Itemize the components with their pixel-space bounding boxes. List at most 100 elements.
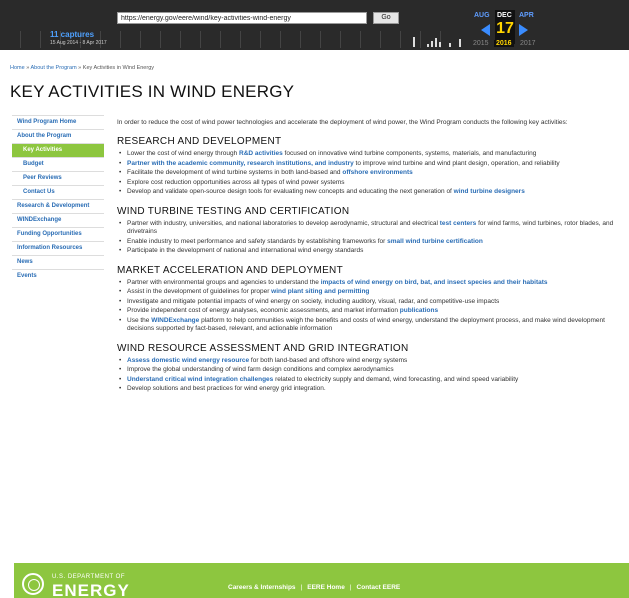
- doe-logo-text[interactable]: ENERGY: [52, 581, 130, 598]
- content-section: RESEARCH AND DEVELOPMENT Lower the cost o…: [117, 136, 627, 197]
- activity-item: Assess domestic wind energy resource for…: [117, 357, 627, 366]
- doe-logo-small-text: U.S. DEPARTMENT OF: [52, 574, 126, 580]
- activity-text: focused on innovative wind turbine compo…: [282, 150, 537, 157]
- activity-link[interactable]: WINDExchange: [151, 317, 199, 324]
- activity-item: Develop and validate open-source design …: [117, 188, 627, 197]
- activity-text: Enable industry to meet performance and …: [127, 237, 388, 245]
- month-prev-label[interactable]: AUG: [474, 12, 490, 19]
- breadcrumb: Home » About the Program » Key Activitie…: [10, 65, 154, 71]
- sidebar-item[interactable]: Peer Reviews: [12, 171, 104, 185]
- captures-link[interactable]: 11 captures: [50, 30, 94, 39]
- activity-item: Explore cost reduction opportunities acr…: [117, 179, 627, 188]
- activity-list: Partner with industry, universities, and…: [117, 220, 627, 256]
- page-title: KEY ACTIVITIES IN WIND ENERGY: [10, 82, 295, 101]
- doe-seal-icon[interactable]: [22, 573, 44, 595]
- content-section: WIND RESOURCE ASSESSMENT AND GRID INTEGR…: [117, 343, 627, 394]
- activity-link[interactable]: R&D activities: [239, 150, 283, 157]
- breadcrumb-home-link[interactable]: Home: [10, 65, 25, 71]
- sidebar-item[interactable]: Information Resources: [12, 241, 104, 255]
- activity-list: Partner with environmental groups and ag…: [117, 279, 627, 334]
- section-heading: MARKET ACCELERATION AND DEPLOYMENT: [117, 264, 343, 276]
- activity-text: Facilitate the development of wind turbi…: [127, 169, 343, 176]
- activity-item: Provide independent cost of energy analy…: [117, 307, 627, 316]
- activity-item: Partner with industry, universities, and…: [117, 220, 627, 237]
- intro-paragraph: In order to reduce the cost of wind powe…: [117, 119, 568, 126]
- footer-separator: |: [349, 584, 352, 591]
- section-heading: WIND RESOURCE ASSESSMENT AND GRID INTEGR…: [117, 342, 409, 354]
- year-current-label: 2016: [494, 40, 514, 47]
- wayback-toolbar: Go 11 captures 15 Aug 2014 - 8 Apr 2017 …: [0, 0, 629, 50]
- sidebar-item[interactable]: Budget: [12, 157, 104, 171]
- capture-histogram[interactable]: [413, 35, 461, 47]
- wayback-go-button[interactable]: Go: [373, 12, 399, 24]
- month-current-label: DEC: [497, 12, 512, 19]
- activity-item: Partner with environmental groups and ag…: [117, 279, 627, 288]
- year-prev-label[interactable]: 2015: [473, 40, 489, 47]
- activity-list: Lower the cost of wind energy through R&…: [117, 150, 627, 197]
- breadcrumb-current: Key Activities in Wind Energy: [82, 65, 155, 71]
- activity-text: Partner with industry, universities, and…: [127, 219, 440, 227]
- month-next-label[interactable]: APR: [519, 12, 534, 19]
- activity-link[interactable]: offshore environments: [342, 169, 412, 176]
- footer-separator: |: [300, 584, 303, 591]
- footer-links: Careers & Internships | EERE Home | Contact …: [228, 584, 400, 591]
- activity-link[interactable]: small wind turbine certification: [387, 238, 483, 245]
- activity-item: Develop solutions and best practices for…: [117, 385, 627, 394]
- sidebar-nav: Wind Program Home About the Program Key Ac…: [12, 115, 104, 283]
- section-heading: RESEARCH AND DEVELOPMENT: [117, 136, 282, 147]
- activity-link[interactable]: impacts of wind energy on bird, bat, and…: [321, 279, 548, 286]
- year-next-label[interactable]: 2017: [520, 40, 536, 47]
- activity-text: Investigate and mitigate potential impac…: [127, 297, 500, 305]
- activity-item: Lower the cost of wind energy through R&…: [117, 150, 627, 159]
- activity-link[interactable]: test centers: [440, 220, 477, 227]
- sidebar-item[interactable]: Funding Opportunities: [12, 227, 104, 241]
- activity-text: Assist in the development of guidelines …: [127, 288, 272, 295]
- next-capture-arrow-icon[interactable]: [519, 24, 528, 36]
- activity-link[interactable]: wind turbine designers: [454, 188, 525, 195]
- activity-item: Understand critical wind integration cha…: [117, 376, 627, 385]
- activity-text: Provide independent cost of energy analy…: [127, 307, 400, 314]
- activity-text: platform to help communities weigh the b…: [127, 316, 605, 333]
- activity-text: for both land-based and offshore wind en…: [249, 356, 408, 364]
- footer-link-contact[interactable]: Contact EERE: [357, 584, 401, 591]
- activity-text: Explore cost reduction opportunities acr…: [127, 178, 345, 186]
- content-section: MARKET ACCELERATION AND DEPLOYMENT Partne…: [117, 265, 627, 334]
- sections-container: RESEARCH AND DEVELOPMENT Lower the cost o…: [117, 136, 627, 394]
- sidebar-item[interactable]: Wind Program Home: [12, 115, 104, 129]
- content-section: WIND TURBINE TESTING AND CERTIFICATION Pa…: [117, 206, 627, 256]
- activity-item: Improve the global understanding of wind…: [117, 366, 627, 375]
- sidebar-item[interactable]: Contact Us: [12, 185, 104, 199]
- sidebar-item[interactable]: About the Program: [12, 129, 104, 143]
- section-heading: WIND TURBINE TESTING AND CERTIFICATION: [117, 205, 350, 217]
- sidebar-item[interactable]: Key Activities: [12, 143, 104, 157]
- breadcrumb-about-link[interactable]: About the Program: [30, 65, 76, 71]
- activity-text: Participate in the development of nation…: [127, 247, 364, 254]
- activity-link[interactable]: Partner with the academic community, res…: [127, 160, 354, 167]
- sidebar-item[interactable]: Research & Development: [12, 199, 104, 213]
- activity-item: Investigate and mitigate potential impac…: [117, 298, 627, 307]
- sidebar-item[interactable]: Events: [12, 269, 104, 283]
- activity-item: Facilitate the development of wind turbi…: [117, 169, 627, 178]
- wayback-url-input[interactable]: [117, 12, 367, 24]
- activity-item: Enable industry to meet performance and …: [117, 238, 627, 247]
- captures-date-range: 15 Aug 2014 - 8 Apr 2017: [50, 40, 107, 46]
- capture-day: 17: [496, 20, 514, 37]
- activity-link[interactable]: wind plant siting and permitting: [271, 288, 369, 295]
- activity-text: Lower the cost of wind energy through: [127, 150, 240, 157]
- prev-capture-arrow-icon[interactable]: [481, 24, 490, 36]
- activity-text: Use the: [127, 316, 152, 324]
- activity-link[interactable]: Understand critical wind integration cha…: [127, 376, 273, 383]
- activity-text: Develop solutions and best practices for…: [127, 385, 326, 392]
- sidebar-item[interactable]: News: [12, 255, 104, 269]
- activity-text: to improve wind turbine and wind plant d…: [353, 159, 560, 167]
- activity-item: Partner with the academic community, res…: [117, 160, 627, 169]
- activity-item: Use the WINDExchange platform to help co…: [117, 317, 627, 334]
- main-content: In order to reduce the cost of wind powe…: [117, 118, 627, 395]
- activity-text: related to electricity supply and demand…: [273, 375, 519, 383]
- activity-link[interactable]: Assess domestic wind energy resource: [127, 357, 249, 364]
- footer-link-careers[interactable]: Careers & Internships: [228, 584, 296, 591]
- activity-link[interactable]: publications: [400, 307, 438, 314]
- sidebar-item[interactable]: WINDExchange: [12, 213, 104, 227]
- activity-item: Assist in the development of guidelines …: [117, 288, 627, 297]
- footer-link-eere-home[interactable]: EERE Home: [307, 584, 345, 591]
